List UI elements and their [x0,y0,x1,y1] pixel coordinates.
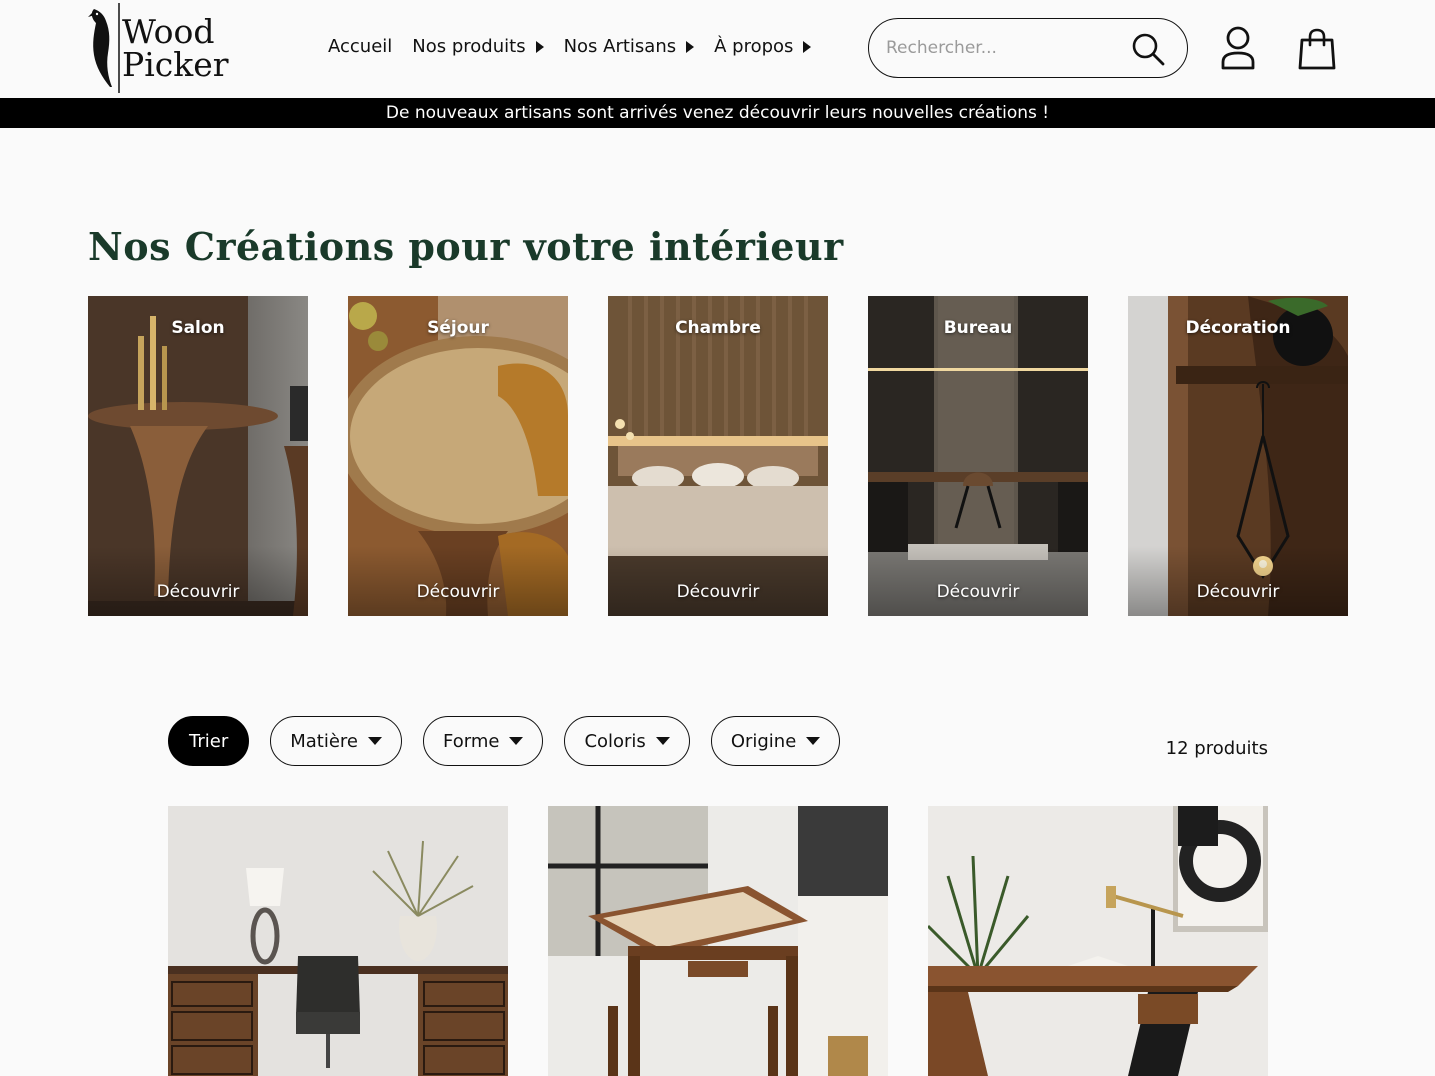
filter-label: Coloris [584,730,646,752]
search-icon[interactable] [1131,32,1165,66]
category-card-decoration[interactable]: Décoration Découvrir [1128,296,1348,616]
nav-item-label: À propos [714,36,794,57]
filter-coloris-dropdown[interactable]: Coloris [564,716,690,766]
category-title: Chambre [675,318,761,338]
caret-right-icon [803,40,812,53]
nav-item-label: Nos Artisans [563,36,677,57]
woodpecker-icon [88,3,120,93]
shopping-bag-icon[interactable] [1297,28,1337,70]
site-header: Wood Picker Accueil Nos produits Nos Art… [0,0,1435,98]
category-card-chambre[interactable]: Chambre Découvrir [608,296,828,616]
caret-down-icon [655,737,670,745]
category-card-sejour[interactable]: Séjour Découvrir [348,296,568,616]
search-input[interactable] [886,38,1116,58]
product-count: 12 produits [1165,738,1268,759]
brand-line-1: Wood [122,12,215,51]
category-title: Séjour [427,318,489,338]
product-card[interactable] [928,806,1268,1076]
category-discover-link[interactable]: Découvrir [88,582,308,602]
announcement-bar: De nouveaux artisans sont arrivés venez … [0,98,1435,128]
product-card[interactable] [548,806,888,1076]
filter-origine-dropdown[interactable]: Origine [710,716,841,766]
caret-down-icon [509,737,524,745]
filter-label: Matière [290,730,359,752]
filter-forme-dropdown[interactable]: Forme [423,716,544,766]
filter-label: Forme [443,730,500,752]
category-title: Salon [171,318,225,338]
filter-bar: Trier Matière Forme Coloris Origine [168,716,861,766]
caret-down-icon [368,737,383,745]
nav-item-accueil[interactable]: Accueil [328,36,392,57]
caret-right-icon [686,40,695,53]
category-discover-link[interactable]: Découvrir [348,582,568,602]
nav-item-label: Accueil [328,36,393,57]
category-discover-link[interactable]: Découvrir [868,582,1088,602]
product-image-modern-desk [928,806,1268,1076]
page-title: Nos Créations pour votre intérieur [88,224,844,269]
caret-down-icon [806,737,821,745]
sort-label: Trier [189,730,229,752]
caret-right-icon [535,40,544,53]
category-discover-link[interactable]: Découvrir [608,582,828,602]
nav-item-label: Nos produits [412,36,526,57]
product-image-drafting-table [548,806,888,1076]
main-nav: Accueil Nos produits Nos Artisans À prop… [328,36,831,57]
sort-button[interactable]: Trier [168,716,250,766]
nav-item-nos-produits[interactable]: Nos produits [412,36,544,57]
brand-logo[interactable]: Wood Picker [88,3,229,93]
filter-matiere-dropdown[interactable]: Matière [270,716,403,766]
nav-item-a-propos[interactable]: À propos [714,36,812,57]
search-bar [868,18,1188,78]
category-card-bureau[interactable]: Bureau Découvrir [868,296,1088,616]
category-title: Décoration [1185,318,1291,338]
category-discover-link[interactable]: Découvrir [1128,582,1348,602]
product-image-desk [168,806,508,1076]
category-title: Bureau [943,318,1013,338]
user-icon[interactable] [1220,26,1256,70]
product-card[interactable] [168,806,508,1076]
brand-line-2: Picker [122,45,229,84]
category-card-salon[interactable]: Salon Découvrir [88,296,308,616]
nav-item-nos-artisans[interactable]: Nos Artisans [564,36,695,57]
filter-label: Origine [730,730,797,752]
